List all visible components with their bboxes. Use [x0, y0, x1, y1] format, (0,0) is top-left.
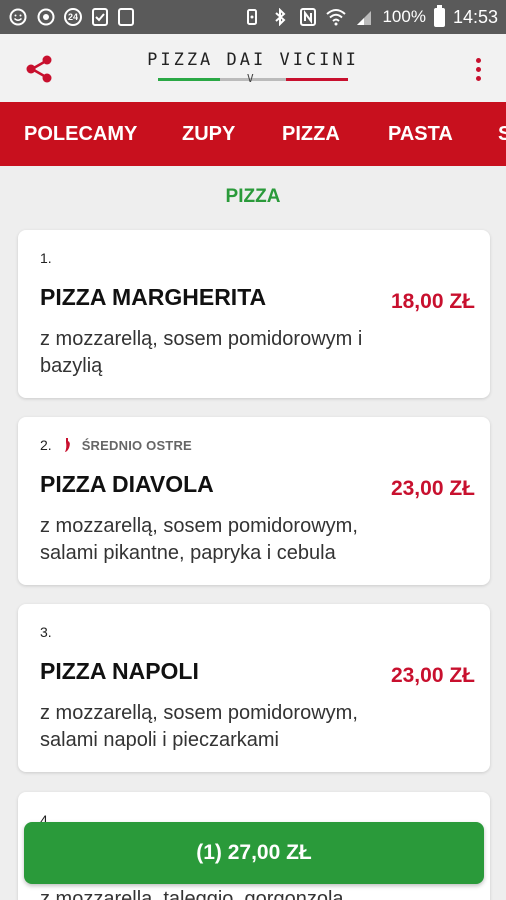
app-header: PIZZA DAI VICINI V: [0, 34, 506, 102]
menu-item-card[interactable]: 3. PIZZA NAPOLI 23,00 ZŁ z mozzarellą, s…: [18, 604, 490, 772]
sd-card-icon: [118, 8, 134, 26]
cart-button[interactable]: (1) 27,00 ZŁ: [24, 822, 484, 884]
chili-pepper-icon: [64, 438, 70, 452]
status-bar-system: 100% 14:53: [242, 4, 498, 28]
item-name: PIZZA NAPOLI: [40, 658, 199, 684]
battery-percent: 100%: [382, 7, 426, 26]
battery-icon: [433, 4, 445, 27]
more-options-button[interactable]: [466, 52, 490, 86]
logo-flag-bar: V: [157, 72, 348, 86]
signal-icon: [354, 7, 374, 27]
clock: 14:53: [452, 6, 498, 27]
logo-mark: V: [246, 72, 254, 85]
item-price: 18,00 ZŁ: [390, 290, 475, 313]
tab-polecamy[interactable]: POLECAMY: [24, 102, 137, 166]
logo-text: PIZZA DAI VICINI: [147, 50, 359, 70]
item-description: z mozzarellą, sosem pomidorowym i bazyli…: [40, 328, 363, 377]
share-button[interactable]: [22, 52, 56, 86]
tab-next-partial[interactable]: S: [498, 102, 506, 166]
spice-level-label: ŚREDNIO OSTRE: [81, 437, 192, 453]
item-name: PIZZA DIAVOLA: [40, 471, 214, 497]
24-badge-icon: 24: [64, 8, 82, 26]
item-number: 1.: [40, 250, 52, 266]
wifi-icon: [326, 7, 347, 27]
menu-item-card[interactable]: 1. PIZZA MARGHERITA 18,00 ZŁ z mozzarell…: [18, 230, 490, 398]
section-title: PIZZA: [225, 186, 281, 207]
messenger-icon: [36, 7, 56, 27]
item-description: z mozzarellą, sosem pomidorowym, salami …: [40, 515, 358, 564]
item-number: 2.: [40, 437, 52, 453]
share-icon: [26, 55, 52, 83]
smile-notification-icon: [8, 7, 28, 27]
more-options-icon: [475, 57, 481, 63]
item-description: z mozzarellą, sosem pomidorowym, salami …: [40, 702, 358, 751]
status-bar-notifications: 24: [8, 7, 134, 27]
item-price: 23,00 ZŁ: [390, 477, 475, 500]
menu-item-card[interactable]: 2. ŚREDNIO OSTRE PIZZA DIAVOLA 23,00 ZŁ …: [18, 417, 490, 585]
tab-pasta[interactable]: PASTA: [388, 102, 453, 166]
item-number: 3.: [40, 624, 52, 640]
category-tabs: POLECAMY ZUPY PIZZA PASTA S: [0, 102, 506, 166]
tab-pizza[interactable]: PIZZA: [282, 102, 340, 166]
item-name: PIZZA MARGHERITA: [40, 284, 267, 310]
item-description: z mozzarellą, taleggio, gorgonzola: [40, 888, 344, 900]
vibrate-icon: [242, 7, 262, 27]
status-bar: 24 100% 14:53: [0, 0, 506, 34]
app-logo: PIZZA DAI VICINI V: [147, 50, 359, 86]
tab-zupy[interactable]: ZUPY: [182, 102, 235, 166]
item-price: 23,00 ZŁ: [390, 664, 475, 687]
nfc-icon: [298, 7, 318, 27]
bluetooth-icon: [270, 7, 290, 27]
checklist-icon: [90, 7, 110, 27]
